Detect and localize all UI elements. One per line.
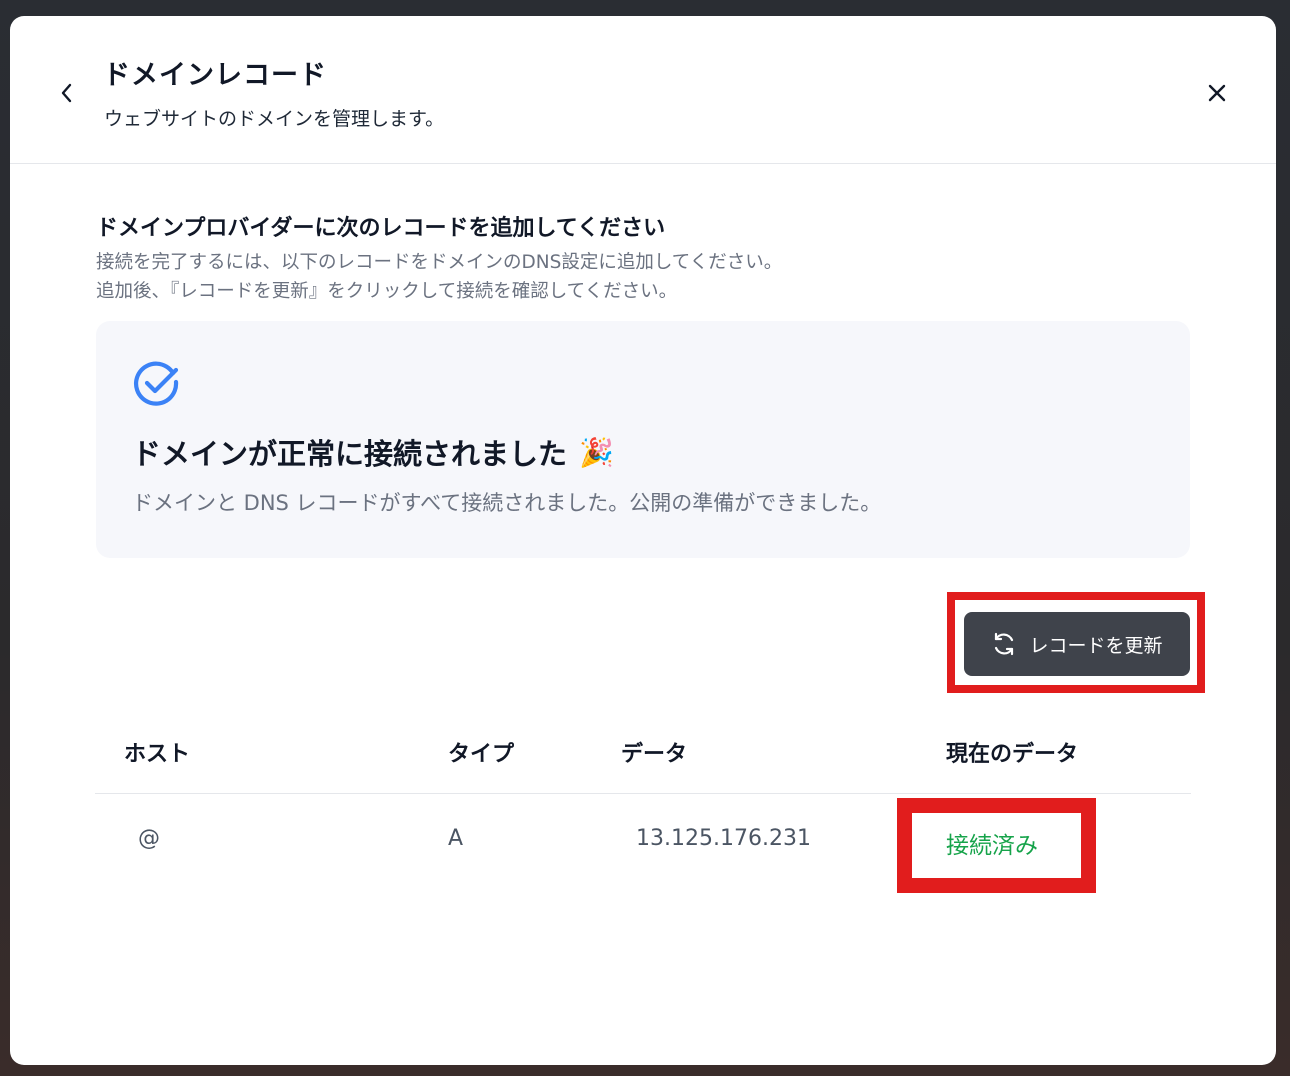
modal-header: ドメインレコード ウェブサイトのドメインを管理します。 — [10, 16, 1276, 164]
column-header-host: ホスト — [124, 742, 191, 767]
instructions-line-2: 追加後、『レコードを更新』をクリックして接続を確認してください。 — [96, 281, 678, 302]
close-icon — [1208, 84, 1226, 102]
column-header-data: データ — [621, 742, 688, 767]
success-title-text: ドメインが正常に接続されました — [132, 437, 568, 471]
cell-type: A — [448, 826, 464, 851]
column-header-type: タイプ — [448, 742, 515, 767]
column-header-current-data: 現在のデータ — [946, 742, 1079, 767]
instructions-description: 接続を完了するには、以下のレコードをドメインのDNS設定に追加してください。 追… — [96, 248, 782, 306]
page-title: ドメインレコード — [103, 60, 327, 91]
records-table-header: ホスト タイプ データ 現在のデータ — [95, 716, 1191, 794]
cell-current-data-status: 接続済み — [946, 833, 1038, 859]
back-button[interactable] — [52, 78, 82, 108]
close-button[interactable] — [1202, 78, 1232, 108]
instructions-line-1: 接続を完了するには、以下のレコードをドメインのDNS設定に追加してください。 — [96, 252, 783, 273]
refresh-records-button[interactable]: レコードを更新 — [964, 612, 1190, 676]
success-description: ドメインと DNS レコードがすべて接続されました。公開の準備ができました。 — [132, 491, 882, 515]
refresh-records-label: レコードを更新 — [1029, 634, 1163, 657]
success-title: ドメインが正常に接続されました 🎉 — [132, 431, 614, 473]
party-popper-icon: 🎉 — [579, 435, 614, 469]
instructions-title: ドメインプロバイダーに次のレコードを追加してください — [96, 216, 666, 241]
success-panel: ドメインが正常に接続されました 🎉 ドメインと DNS レコードがすべて接続され… — [96, 321, 1190, 558]
chevron-left-icon — [61, 83, 72, 103]
cell-data: 13.125.176.231 — [636, 826, 811, 851]
cell-host: @ — [138, 826, 160, 851]
refresh-icon — [995, 632, 1014, 656]
check-circle-icon — [133, 361, 179, 406]
page-subtitle: ウェブサイトのドメインを管理します。 — [104, 108, 445, 130]
